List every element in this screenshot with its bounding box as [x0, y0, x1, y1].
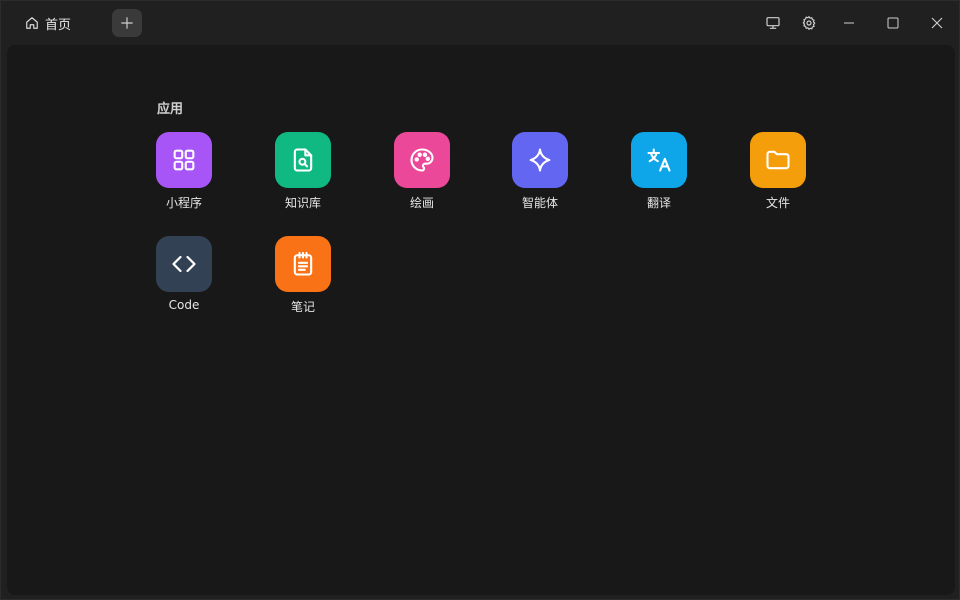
window-controls	[755, 1, 959, 45]
app-label: 翻译	[646, 196, 671, 210]
section-title: 应用	[157, 102, 184, 117]
settings-button[interactable]	[791, 1, 827, 45]
home-icon	[25, 16, 39, 30]
plus-icon	[120, 16, 134, 30]
app-icon-tile	[512, 132, 568, 188]
monitor-icon	[765, 15, 781, 31]
app-icon-tile	[631, 132, 687, 188]
app-icon-tile	[275, 132, 331, 188]
app-agent[interactable]: 智能体	[500, 132, 580, 211]
add-tab-button[interactable]	[112, 9, 142, 37]
main-panel: 应用 小程序 知识库 绘画 智能体 翻译 文件 Code 笔记	[7, 45, 955, 595]
app-label: 小程序	[165, 196, 202, 210]
app-label: Code	[168, 298, 200, 312]
title-bar: 首页	[1, 1, 959, 45]
notepad-icon	[289, 250, 317, 278]
translate-icon	[645, 146, 673, 174]
file-search-icon	[289, 146, 317, 174]
app-knowledge-base[interactable]: 知识库	[263, 132, 343, 211]
app-icon-tile	[156, 132, 212, 188]
folder-icon	[764, 146, 792, 174]
app-icon-tile	[156, 236, 212, 292]
maximize-icon	[887, 17, 899, 29]
gear-icon	[801, 15, 817, 31]
app-icon-tile	[394, 132, 450, 188]
app-drawing[interactable]: 绘画	[382, 132, 462, 211]
app-window: 首页 应用 小程序 知识库 绘画 智能体 翻译 文件 Code 笔记	[0, 0, 960, 600]
app-files[interactable]: 文件	[738, 132, 818, 211]
tab-home-label: 首页	[45, 17, 72, 33]
display-button[interactable]	[755, 1, 791, 45]
app-code[interactable]: Code	[144, 236, 224, 312]
tab-home[interactable]: 首页	[17, 9, 79, 37]
app-icon-tile	[275, 236, 331, 292]
close-button[interactable]	[915, 1, 959, 45]
minimize-button[interactable]	[827, 1, 871, 45]
app-label: 文件	[765, 196, 790, 210]
app-label: 笔记	[290, 300, 315, 314]
app-translate[interactable]: 翻译	[619, 132, 699, 211]
code-icon	[170, 250, 198, 278]
app-label: 智能体	[521, 196, 558, 210]
app-label: 绘画	[409, 196, 434, 210]
app-label: 知识库	[284, 196, 321, 210]
app-icon-tile	[750, 132, 806, 188]
sparkle-icon	[526, 146, 554, 174]
palette-icon	[408, 146, 436, 174]
close-icon	[931, 17, 943, 29]
grid-icon	[170, 146, 198, 174]
app-notes[interactable]: 笔记	[263, 236, 343, 315]
minimize-icon	[843, 17, 855, 29]
maximize-button[interactable]	[871, 1, 915, 45]
app-mini-program[interactable]: 小程序	[144, 132, 224, 211]
